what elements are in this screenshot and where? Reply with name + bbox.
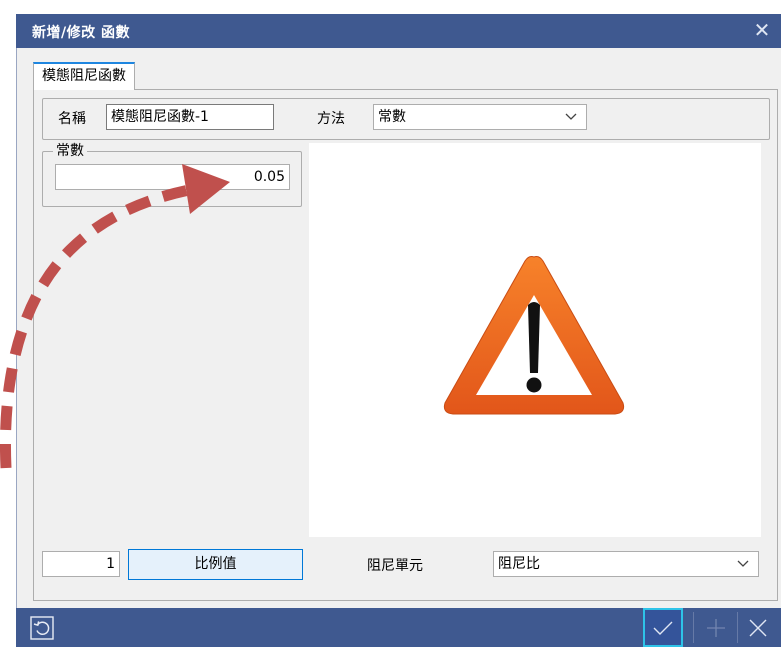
chevron-down-icon	[565, 113, 577, 120]
name-method-group: 名稱 模態阻尼函數-1 方法 常數	[42, 98, 770, 140]
window-title: 新增/修改 函數	[32, 25, 130, 41]
dialog-body: 模態阻尼函數 名稱 模態阻尼函數-1 方法 常數 常數 0.05 1 比例值 阻…	[16, 48, 781, 608]
title-bar: 新增/修改 函數 ✕	[16, 14, 781, 48]
ok-button[interactable]	[643, 608, 683, 647]
warning-icon	[443, 256, 625, 415]
method-select-value: 常數	[378, 109, 406, 125]
close-icon[interactable]: ✕	[749, 16, 775, 44]
constant-input[interactable]: 0.05	[55, 164, 290, 190]
chevron-down-icon	[737, 560, 749, 567]
constant-legend: 常數	[53, 142, 87, 160]
footer-bar	[16, 608, 781, 647]
name-field[interactable]: 模態阻尼函數-1	[106, 104, 274, 130]
reset-icon	[30, 615, 54, 640]
scale-input[interactable]: 1	[42, 551, 120, 577]
tab-label: 模態阻尼函數	[42, 68, 126, 84]
close-icon	[749, 619, 767, 636]
check-icon	[653, 621, 673, 635]
name-label: 名稱	[58, 111, 86, 127]
tab-panel: 名稱 模態阻尼函數-1 方法 常數 常數 0.05 1 比例值 阻尼單元 阻尼比	[33, 89, 778, 601]
damping-unit-value: 阻尼比	[498, 556, 540, 572]
tab-modal-damping-function[interactable]: 模態阻尼函數	[33, 62, 135, 90]
plus-icon	[707, 618, 725, 637]
add-button[interactable]	[696, 608, 736, 647]
preview-area	[309, 143, 761, 537]
reset-button[interactable]	[22, 608, 62, 647]
damping-unit-select[interactable]: 阻尼比	[493, 551, 759, 577]
cancel-button[interactable]	[738, 608, 778, 647]
method-label: 方法	[317, 111, 345, 127]
scale-value-button[interactable]: 比例值	[128, 549, 303, 580]
constant-group: 常數 0.05	[42, 142, 302, 207]
damping-unit-label: 阻尼單元	[367, 558, 423, 574]
separator	[693, 612, 694, 643]
method-select[interactable]: 常數	[373, 104, 587, 130]
